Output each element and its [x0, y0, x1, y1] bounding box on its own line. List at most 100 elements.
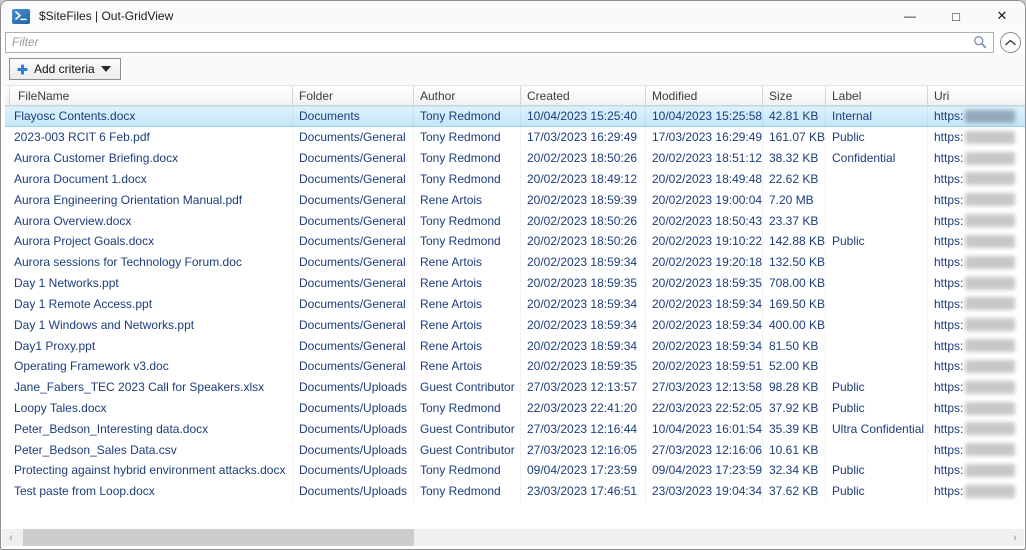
scroll-right-icon[interactable]: › [1006, 529, 1024, 546]
cell-filename: Aurora Overview.docx [5, 210, 293, 231]
scrollbar-thumb[interactable] [23, 529, 414, 546]
table-row[interactable]: Aurora Customer Briefing.docx Documents/… [5, 147, 1025, 169]
cell-modified: 09/04/2023 17:23:59 [646, 460, 763, 481]
cell-author: Rene Artois [414, 251, 521, 273]
cell-uri: https: [928, 418, 1025, 439]
cell-uri: https: [928, 460, 1025, 481]
table-row[interactable]: Aurora Document 1.docx Documents/General… [5, 168, 1025, 190]
uri-redacted-blur [965, 214, 1016, 228]
table-row[interactable]: Loopy Tales.docx Documents/Uploads Tony … [5, 397, 1025, 419]
cell-author: Guest Contributor [414, 418, 521, 440]
cell-author: Rene Artois [414, 355, 521, 377]
minimize-icon[interactable]: — [887, 1, 933, 31]
uri-prefix: https: [934, 234, 964, 249]
horizontal-scrollbar[interactable]: ‹ › [2, 529, 1024, 546]
cell-filename: Jane_Fabers_TEC 2023 Call for Speakers.x… [5, 376, 293, 398]
table-row[interactable]: Day 1 Windows and Networks.ppt Documents… [5, 314, 1025, 336]
table-row[interactable]: Operating Framework v3.doc Documents/Gen… [5, 355, 1025, 377]
cell-created: 27/03/2023 12:16:44 [521, 418, 646, 440]
table-row[interactable]: Aurora Engineering Orientation Manual.pd… [5, 189, 1025, 211]
cell-modified: 20/02/2023 18:50:43 [646, 210, 763, 231]
cell-folder: Documents/General [293, 230, 414, 252]
uri-prefix: https: [934, 130, 964, 145]
uri-prefix: https: [934, 213, 964, 228]
scroll-left-icon[interactable]: ‹ [2, 529, 20, 546]
cell-created: 20/02/2023 18:59:34 [521, 314, 646, 336]
cell-modified: 10/04/2023 16:01:54 [646, 418, 763, 440]
uri-redacted-blur [965, 339, 1016, 353]
cell-filename: Test paste from Loop.docx [5, 480, 293, 502]
cell-uri: https: [928, 231, 1025, 252]
column-header-author[interactable]: Author [414, 86, 521, 105]
uri-redacted-blur [965, 318, 1016, 332]
cell-author: Tony Redmond [414, 126, 521, 148]
table-row[interactable]: Aurora Project Goals.docx Documents/Gene… [5, 230, 1025, 252]
cell-created: 22/03/2023 22:41:20 [521, 397, 646, 419]
cell-uri: https: [928, 210, 1025, 231]
column-header-modified[interactable]: Modified [646, 86, 763, 105]
cell-filename: Day1 Proxy.ppt [5, 335, 293, 356]
column-header-folder[interactable]: Folder [293, 86, 414, 105]
grid-header: FileName Folder Author Created Modified … [5, 85, 1025, 106]
cell-uri: https: [928, 106, 1025, 127]
add-icon [17, 64, 28, 74]
cell-size: 169.50 KB [763, 293, 826, 315]
filter-box [5, 31, 994, 53]
add-criteria-button[interactable]: Add criteria [9, 58, 121, 80]
cell-author: Rene Artois [414, 189, 521, 211]
cell-size: 38.32 KB [763, 147, 826, 169]
uri-prefix: https: [934, 171, 964, 186]
column-header-filename[interactable]: FileName [10, 86, 293, 105]
column-header-label[interactable]: Label [826, 86, 928, 105]
cell-modified: 20/02/2023 18:51:12 [646, 147, 763, 169]
cell-size: 400.00 KB [763, 314, 826, 336]
table-row[interactable]: Test paste from Loop.docx Documents/Uplo… [5, 480, 1025, 502]
cell-folder: Documents/Uploads [293, 460, 414, 481]
uri-prefix: https: [934, 338, 964, 353]
cell-created: 23/03/2023 17:46:51 [521, 480, 646, 502]
uri-redacted-blur [965, 401, 1016, 415]
cell-filename: Aurora Engineering Orientation Manual.pd… [5, 189, 293, 211]
table-row[interactable]: Day 1 Networks.ppt Documents/General Ren… [5, 272, 1025, 294]
uri-prefix: https: [934, 151, 964, 166]
cell-filename: Protecting against hybrid environment at… [5, 460, 293, 481]
cell-filename: Loopy Tales.docx [5, 397, 293, 419]
table-row[interactable]: Peter_Bedson_Sales Data.csv Documents/Up… [5, 439, 1025, 461]
cell-author: Guest Contributor [414, 439, 521, 461]
uri-redacted-blur [965, 234, 1016, 248]
uri-redacted-blur [965, 380, 1016, 394]
table-row[interactable]: 2023-003 RCIT 6 Feb.pdf Documents/Genera… [5, 126, 1025, 148]
cell-label: Confidential [826, 147, 928, 169]
cell-folder: Documents/General [293, 251, 414, 273]
cell-size: 35.39 KB [763, 418, 826, 440]
cell-size: 81.50 KB [763, 335, 826, 356]
column-header-uri[interactable]: Uri [928, 86, 1025, 105]
column-header-created[interactable]: Created [521, 86, 646, 105]
table-row[interactable]: Day 1 Remote Access.ppt Documents/Genera… [5, 293, 1025, 315]
cell-size: 37.62 KB [763, 480, 826, 502]
table-row[interactable]: Protecting against hybrid environment at… [5, 460, 1025, 481]
cell-folder: Documents/General [293, 168, 414, 190]
table-row[interactable]: Jane_Fabers_TEC 2023 Call for Speakers.x… [5, 376, 1025, 398]
table-row[interactable]: Flayosc Contents.docx Documents Tony Red… [5, 106, 1025, 127]
cell-modified: 20/02/2023 18:59:34 [646, 314, 763, 336]
table-row[interactable]: Aurora sessions for Technology Forum.doc… [5, 251, 1025, 273]
column-header-size[interactable]: Size [763, 86, 826, 105]
uri-redacted-blur [965, 359, 1016, 373]
uri-redacted-blur [965, 422, 1016, 436]
cell-author: Rene Artois [414, 314, 521, 336]
collapse-filter-button[interactable] [1000, 31, 1021, 53]
table-row[interactable]: Aurora Overview.docx Documents/General T… [5, 210, 1025, 231]
cell-size: 161.07 KB [763, 126, 826, 148]
table-row[interactable]: Day1 Proxy.ppt Documents/General Rene Ar… [5, 335, 1025, 356]
maximize-icon[interactable]: □ [933, 1, 979, 31]
cell-author: Rene Artois [414, 272, 521, 294]
cell-uri: https: [928, 127, 1025, 148]
uri-redacted-blur [965, 172, 1016, 186]
table-row[interactable]: Peter_Bedson_Interesting data.docx Docum… [5, 418, 1025, 440]
cell-author: Tony Redmond [414, 480, 521, 502]
cell-author: Rene Artois [414, 293, 521, 315]
close-icon[interactable]: ✕ [979, 1, 1025, 31]
window-controls: — □ ✕ [887, 1, 1025, 31]
filter-input[interactable] [6, 35, 973, 49]
